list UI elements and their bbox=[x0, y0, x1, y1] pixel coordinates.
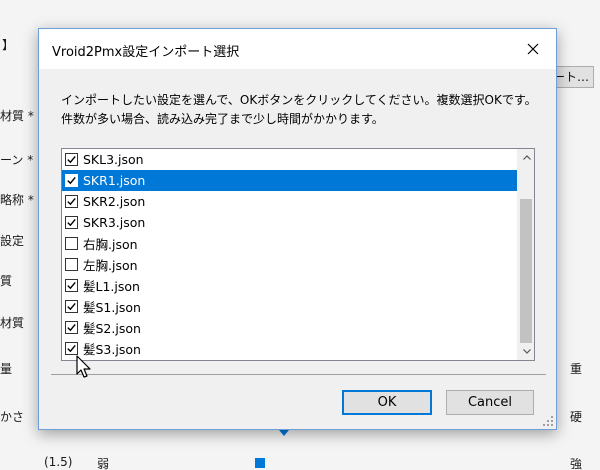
scroll-up-button[interactable] bbox=[518, 149, 534, 166]
bg-label-8: (1.5) bbox=[44, 455, 73, 469]
bg-label-right-0: 重 bbox=[570, 362, 583, 376]
bg-slider-thumb-lower[interactable] bbox=[255, 458, 265, 468]
checkmark-icon bbox=[67, 155, 76, 164]
item-checkbox[interactable] bbox=[65, 195, 78, 208]
checkmark-icon bbox=[67, 281, 76, 290]
item-checkbox[interactable] bbox=[65, 342, 78, 355]
checkmark-icon bbox=[67, 176, 76, 185]
checkmark-icon bbox=[67, 344, 76, 353]
item-checkbox[interactable] bbox=[65, 153, 78, 166]
list-item[interactable]: 髪L1.json bbox=[62, 275, 517, 296]
instruction-text: インポートしたい設定を選んで、OKボタンをクリックしてください。複数選択OKです… bbox=[61, 91, 541, 129]
resize-grip-icon[interactable] bbox=[543, 416, 553, 426]
chevron-down-icon bbox=[522, 349, 531, 354]
checkmark-icon bbox=[67, 218, 76, 227]
item-label: 髪L1.json bbox=[83, 279, 140, 294]
close-button[interactable] bbox=[510, 29, 556, 69]
list-item[interactable]: SKL3.json bbox=[62, 149, 517, 170]
item-checkbox[interactable] bbox=[65, 216, 78, 229]
list-item[interactable]: SKR3.json bbox=[62, 212, 517, 233]
close-icon bbox=[527, 43, 539, 55]
item-checkbox[interactable] bbox=[65, 174, 78, 187]
item-label: 髪S2.json bbox=[83, 321, 141, 336]
item-checkbox[interactable] bbox=[65, 258, 78, 271]
instruction-line-1: インポートしたい設定を選んで、OKボタンをクリックしてください。複数選択OKです… bbox=[61, 93, 537, 107]
settings-listbox[interactable]: SKL3.json SKR1.json SKR2.json SKR3.json 右胸.j… bbox=[61, 148, 535, 361]
list-item[interactable]: 髪S3.json bbox=[62, 338, 517, 359]
checkmark-icon bbox=[67, 197, 76, 206]
checkmark-icon bbox=[67, 302, 76, 311]
bg-label-right-1: 硬 bbox=[570, 410, 583, 424]
bg-label-7: かさ bbox=[0, 410, 25, 424]
item-label: SKR1.json bbox=[83, 173, 146, 188]
list-scrollbar[interactable] bbox=[517, 149, 534, 360]
chevron-up-icon bbox=[522, 155, 531, 160]
bg-label-right-2: 強 bbox=[570, 457, 583, 470]
item-label: SKR3.json bbox=[83, 215, 146, 230]
bg-label-4: 質 bbox=[0, 274, 13, 288]
cancel-button[interactable]: Cancel bbox=[446, 390, 534, 415]
item-label: SKL3.json bbox=[83, 152, 144, 167]
ok-button[interactable]: OK bbox=[342, 390, 432, 415]
import-settings-dialog: Vroid2Pmx設定インポート選択 インポートしたい設定を選んで、OKボタンを… bbox=[38, 28, 557, 430]
bg-label-3: 設定 bbox=[0, 234, 25, 248]
item-checkbox[interactable] bbox=[65, 279, 78, 292]
list-item[interactable]: SKR1.json bbox=[62, 170, 517, 191]
list-item[interactable]: 髪S2.json bbox=[62, 317, 517, 338]
bg-label-9: 弱 bbox=[97, 457, 110, 470]
dialog-title: Vroid2Pmx設定インポート選択 bbox=[52, 45, 240, 60]
dialog-titlebar: Vroid2Pmx設定インポート選択 bbox=[39, 29, 556, 69]
bg-label-0: 材質 * bbox=[0, 109, 34, 123]
scroll-thumb[interactable] bbox=[520, 199, 532, 343]
scroll-down-button[interactable] bbox=[518, 343, 534, 360]
dialog-separator bbox=[51, 374, 546, 375]
bg-slider-thumb-upper[interactable] bbox=[279, 430, 289, 436]
bg-label-1: ーン * bbox=[0, 153, 34, 167]
item-checkbox[interactable] bbox=[65, 237, 78, 250]
item-label: SKR2.json bbox=[83, 194, 146, 209]
instruction-line-2: 件数が多い場合、読み込み完了まで少し時間がかかります。 bbox=[61, 112, 384, 126]
item-checkbox[interactable] bbox=[65, 300, 78, 313]
settings-list: SKL3.json SKR1.json SKR2.json SKR3.json 右胸.j… bbox=[62, 149, 517, 359]
bg-label-2: 略称 * bbox=[0, 193, 34, 207]
mouse-cursor-icon bbox=[76, 355, 91, 378]
bg-label-6: 量 bbox=[0, 362, 13, 376]
item-checkbox[interactable] bbox=[65, 321, 78, 334]
list-item[interactable]: 左胸.json bbox=[62, 254, 517, 275]
checkmark-icon bbox=[67, 323, 76, 332]
bg-label-5: 材質 bbox=[0, 316, 25, 330]
list-item[interactable]: 髪S1.json bbox=[62, 296, 517, 317]
item-label: 左胸.json bbox=[83, 258, 138, 273]
item-label: 髪S1.json bbox=[83, 300, 141, 315]
item-label: 右胸.json bbox=[83, 237, 138, 252]
list-item[interactable]: SKR2.json bbox=[62, 191, 517, 212]
bg-bracket: 】 bbox=[2, 38, 15, 52]
list-item[interactable]: 右胸.json bbox=[62, 233, 517, 254]
